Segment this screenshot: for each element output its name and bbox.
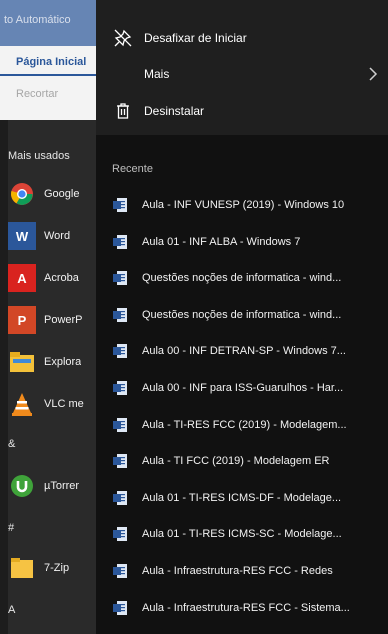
7zip-folder-icon: [8, 554, 36, 582]
acrobat-icon: A: [8, 264, 36, 292]
word-document-icon: [112, 197, 128, 213]
recent-document-label: Aula - INF VUNESP (2019) - Windows 10: [142, 199, 345, 211]
recent-document-item[interactable]: Aula 01 - TI-RES ICMS-SC - Modelage...: [96, 516, 388, 552]
app-explorer[interactable]: Explora: [8, 344, 96, 380]
word-tab-home[interactable]: Página Inicial: [0, 46, 96, 76]
recent-document-label: Aula - Infraestrutura-RES FCC - Sistema.…: [142, 601, 350, 614]
background-word-window: to Automático Página Inicial Recortar: [0, 0, 96, 120]
app-vlc[interactable]: VLC me: [8, 386, 96, 422]
recent-document-item[interactable]: Aula - TI-RES FCC (2019) - Modelagem...: [96, 407, 388, 443]
recent-document-label: Aula - TI-RES FCC (2019) - Modelagem...: [142, 418, 347, 431]
app-acrobat[interactable]: A Acroba: [8, 260, 96, 296]
uninstall-label: Desinstalar: [144, 104, 205, 118]
recent-document-label: Aula - Infraestrutura-RES FCC - Redes: [142, 565, 333, 577]
recent-document-label: Aula 01 - TI-RES ICMS-SC - Modelage...: [142, 528, 342, 541]
context-menu: Desafixar de Iniciar Mais Desinstalar: [96, 0, 388, 135]
recent-document-item[interactable]: Aula 00 - INF DETRAN-SP - Windows 7...: [96, 333, 388, 369]
word-document-icon: [112, 490, 128, 506]
app-label: PowerP: [44, 314, 83, 326]
recent-document-item[interactable]: Aula 00 - INF para ISS-Guarulhos - Har..…: [96, 370, 388, 406]
word-document-icon: [112, 307, 128, 323]
chrome-icon: [8, 180, 36, 208]
recent-document-label: Aula - TI FCC (2019) - Modelagem ER: [142, 455, 330, 468]
trash-icon: [110, 103, 136, 119]
recent-document-item[interactable]: Aula - Infraestrutura-RES FCC - Redes: [96, 553, 388, 589]
utorrent-icon: [8, 472, 36, 500]
app-7zip[interactable]: 7-Zip: [8, 550, 96, 586]
app-word[interactable]: W Word: [8, 218, 96, 254]
word-title: to Automático: [0, 0, 96, 46]
section-ampersand: &: [8, 438, 16, 450]
unpin-label: Desafixar de Iniciar: [144, 31, 247, 45]
app-label: Google: [44, 188, 80, 200]
app-label: Acroba: [44, 272, 79, 284]
recent-document-label: Aula 00 - INF para ISS-Guarulhos - Har..…: [142, 382, 344, 394]
jump-list-panel: Desafixar de Iniciar Mais Desinstalar Re: [96, 0, 388, 634]
chevron-right-icon: [368, 66, 378, 87]
app-list-edge: [0, 120, 8, 634]
section-most-used: Mais usados: [8, 150, 70, 162]
word-ribbon-cut[interactable]: Recortar: [0, 76, 96, 100]
app-chrome[interactable]: Google: [8, 176, 96, 212]
recent-document-label: Questões noções de informatica - wind...: [142, 308, 342, 321]
recent-document-label: Aula 01 - TI-RES ICMS-DF - Modelage...: [142, 491, 342, 504]
app-label: 7-Zip: [44, 562, 70, 574]
word-document-icon: [112, 343, 128, 359]
word-document-icon: [112, 563, 128, 579]
section-a: A: [8, 604, 16, 616]
app-label: µTorrer: [44, 480, 80, 492]
app-label: VLC me: [44, 398, 84, 410]
recent-document-label: Questões noções de informatica - wind...: [142, 272, 342, 285]
recent-header: Recente: [112, 163, 153, 175]
unpin-icon: [110, 29, 136, 47]
word-document-icon: [112, 380, 128, 396]
recent-document-item[interactable]: Questões noções de informatica - wind...: [96, 297, 388, 333]
recent-document-item[interactable]: Aula - TI FCC (2019) - Modelagem ER: [96, 443, 388, 479]
word-document-icon: [112, 234, 128, 250]
app-label: Word: [44, 230, 71, 242]
app-utorrent[interactable]: µTorrer: [8, 468, 96, 504]
recent-document-item[interactable]: Aula 01 - INF ALBA - Windows 7: [96, 224, 388, 260]
word-document-icon: [112, 270, 128, 286]
word-document-icon: [112, 417, 128, 433]
recent-document-label: Aula 00 - INF DETRAN-SP - Windows 7...: [142, 345, 346, 358]
more-label: Mais: [144, 67, 170, 81]
word-document-icon: [112, 600, 128, 616]
app-powerpoint[interactable]: P PowerP: [8, 302, 96, 338]
word-icon: W: [8, 222, 36, 250]
start-app-list: Mais usados Google W Word A Acroba P Pow…: [0, 120, 96, 634]
uninstall-item[interactable]: Desinstalar: [96, 93, 388, 129]
more-item[interactable]: Mais: [96, 56, 388, 92]
vlc-icon: [8, 390, 36, 418]
powerpoint-icon: P: [8, 306, 36, 334]
section-hash: #: [8, 522, 15, 534]
recent-document-item[interactable]: Aula - INF VUNESP (2019) - Windows 10: [96, 187, 388, 223]
recent-document-item[interactable]: Questões noções de informatica - wind...: [96, 260, 388, 296]
recent-document-item[interactable]: Aula - Infraestrutura-RES FCC - Sistema.…: [96, 590, 388, 626]
word-document-icon: [112, 453, 128, 469]
explorer-icon: [8, 348, 36, 376]
recent-document-item[interactable]: Aula 01 - TI-RES ICMS-DF - Modelage...: [96, 480, 388, 516]
recent-document-label: Aula 01 - INF ALBA - Windows 7: [142, 235, 301, 248]
app-label: Explora: [44, 356, 82, 368]
word-document-icon: [112, 526, 128, 542]
unpin-from-start-item[interactable]: Desafixar de Iniciar: [96, 20, 388, 56]
